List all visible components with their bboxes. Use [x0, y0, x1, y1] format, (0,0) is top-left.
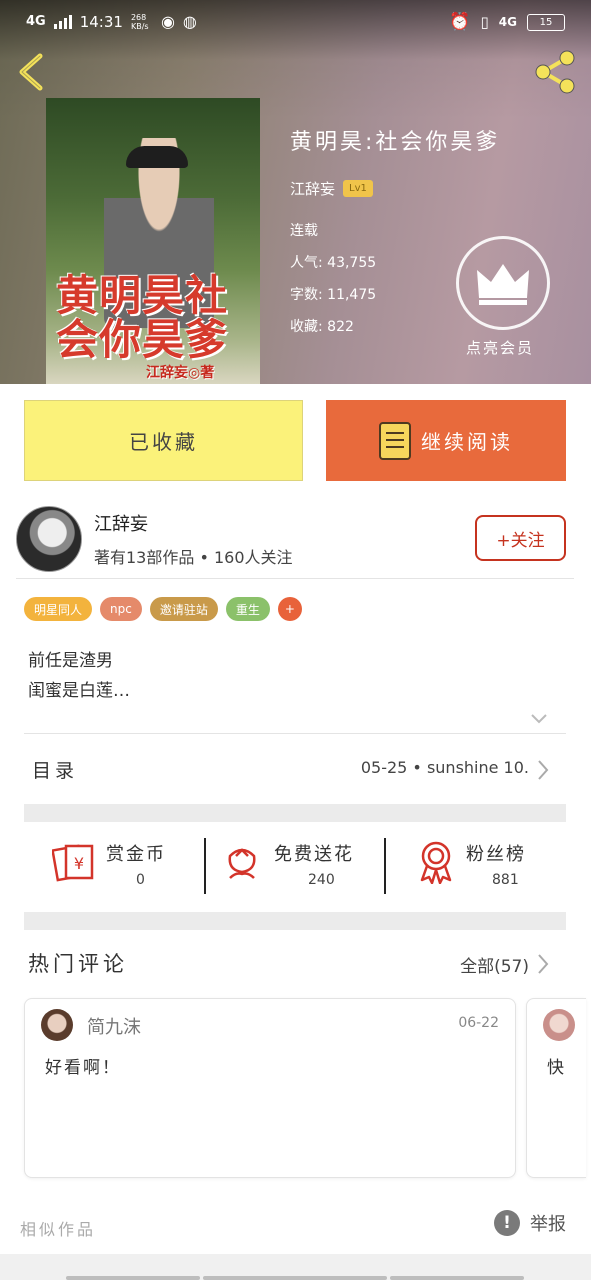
- main-content: 已收藏 继续阅读 江辞妄 著有13部作品 • 160人关注 +关注 明星同人 n…: [0, 384, 591, 1254]
- comment-card[interactable]: 快: [526, 998, 586, 1178]
- reward-flowers[interactable]: 免费送花 240: [206, 824, 384, 902]
- report-button[interactable]: ! 举报: [494, 1210, 566, 1236]
- avatar[interactable]: [543, 1009, 575, 1041]
- reward-label: 免费送花: [274, 844, 354, 865]
- rewards-row: ¥ 赏金币 0 免费送花 240 粉丝榜 881: [24, 824, 566, 902]
- scroll-indicator: [203, 1276, 387, 1280]
- author-stats: 著有13部作品 • 160人关注: [94, 548, 293, 567]
- vibrate-icon: ▯: [480, 13, 489, 31]
- divider: [24, 733, 566, 734]
- avatar[interactable]: [16, 506, 82, 572]
- comment-text: 好看啊！: [45, 1058, 121, 1078]
- back-button[interactable]: [14, 52, 50, 92]
- author-block[interactable]: 江辞妄 著有13部作品 • 160人关注 +关注: [0, 502, 591, 580]
- tag-list: 明星同人 npc 邀请驻站 重生 +: [24, 597, 302, 621]
- all-comments-link[interactable]: 全部(57): [460, 952, 529, 977]
- chevron-right-icon[interactable]: [536, 952, 550, 976]
- flower-icon: [228, 848, 256, 879]
- bottom-bar: [0, 1254, 591, 1280]
- report-label: 举报: [530, 1214, 566, 1235]
- commenter-name[interactable]: 简九沫: [87, 1013, 141, 1039]
- description-line: 闺蜜是白莲…: [28, 681, 130, 701]
- reward-value: 0: [136, 872, 145, 888]
- reward-value: 881: [492, 872, 519, 888]
- add-tag-button[interactable]: +: [277, 597, 302, 621]
- tag-chip[interactable]: 邀请驻站: [149, 597, 218, 621]
- weibo-icon: ◉: [160, 12, 175, 31]
- scroll-indicator: [66, 1276, 200, 1280]
- status-bar: 4G 14:31 268 KB/s ◉ ◍ ⏰ ▯ 4G 15: [0, 0, 591, 44]
- chevron-down-icon[interactable]: [530, 710, 548, 728]
- red-envelope-icon: ¥: [52, 844, 94, 882]
- description-line: 前任是渣男: [28, 651, 113, 671]
- cover-hat: [126, 146, 188, 168]
- reward-label: 粉丝榜: [466, 844, 526, 865]
- divider: [16, 578, 574, 579]
- signal-icon: [53, 14, 72, 29]
- book-status: 连载: [290, 223, 318, 239]
- book-author[interactable]: 江辞妄: [290, 178, 335, 199]
- exclamation-icon: !: [494, 1210, 520, 1236]
- book-cover[interactable]: 黄明昊社会你昊爹 江辞妄◎著: [46, 98, 260, 384]
- reward-label: 赏金币: [106, 844, 166, 865]
- comment-card[interactable]: 简九沫 06-22 好看啊！: [24, 998, 516, 1178]
- comment-text: 快: [547, 1058, 566, 1078]
- reward-coins[interactable]: ¥ 赏金币 0: [24, 824, 204, 902]
- section-separator: [24, 804, 566, 822]
- similar-works-label: 相似作品: [20, 1220, 97, 1239]
- reward-value: 240: [308, 872, 335, 888]
- latest-chapter: 05-25 • sunshine 10.: [360, 758, 529, 777]
- cover-author: 江辞妄◎著: [146, 365, 215, 381]
- svg-text:¥: ¥: [74, 854, 84, 873]
- comment-date: 06-22: [458, 1015, 499, 1031]
- network-indicator: 4G: [26, 14, 46, 29]
- share-button[interactable]: [531, 48, 579, 96]
- chevron-right-icon: [538, 760, 549, 780]
- chevron-left-icon: [19, 53, 43, 91]
- collected-button[interactable]: 已收藏: [24, 400, 303, 481]
- cover-title: 黄明昊社会你昊爹: [56, 271, 229, 364]
- avatar[interactable]: [41, 1009, 73, 1041]
- network-indicator-right: 4G: [498, 15, 517, 29]
- follow-button[interactable]: +关注: [475, 515, 566, 561]
- battery-level: 15: [539, 16, 553, 28]
- reward-fan-ranking[interactable]: 粉丝榜 881: [386, 824, 566, 902]
- hot-comments-title: 热门评论: [28, 952, 128, 976]
- level-badge: Lv1: [343, 180, 373, 197]
- tag-chip[interactable]: npc: [100, 597, 142, 621]
- crown-icon: [477, 264, 529, 305]
- toc-label: 目录: [32, 760, 79, 782]
- book-description[interactable]: 前任是渣男 闺蜜是白莲…: [28, 646, 130, 706]
- tag-chip[interactable]: 明星同人: [24, 597, 93, 621]
- net-speed: 268 KB/s: [130, 12, 149, 31]
- battery-icon: 15: [527, 13, 565, 31]
- scroll-indicator: [390, 1276, 524, 1280]
- continue-reading-button[interactable]: 继续阅读: [326, 400, 566, 481]
- section-separator: [24, 912, 566, 930]
- table-of-contents-row[interactable]: 目录 05-25 • sunshine 10.: [0, 744, 591, 796]
- continue-reading-label: 继续阅读: [421, 430, 513, 454]
- share-icon: [535, 50, 575, 94]
- book-title: 黄明昊:社会你昊爹: [290, 130, 501, 155]
- tag-chip[interactable]: 重生: [225, 597, 270, 621]
- vip-button[interactable]: [456, 236, 550, 330]
- author-name[interactable]: 江辞妄: [94, 510, 148, 536]
- clock: 14:31: [79, 12, 123, 31]
- globe-icon: ◍: [182, 12, 197, 31]
- medal-icon: [420, 841, 452, 884]
- vip-label[interactable]: 点亮会员: [466, 337, 534, 358]
- book-icon: [379, 421, 411, 460]
- alarm-icon: ⏰: [449, 12, 471, 32]
